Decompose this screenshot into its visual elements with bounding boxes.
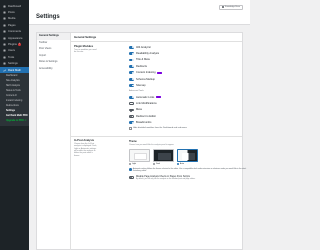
users-icon (3, 49, 6, 52)
hide-disabled-modules-checkbox[interactable] (129, 127, 132, 130)
brush-icon (3, 37, 6, 40)
tab-accessibility[interactable]: Accessibility (37, 66, 70, 73)
settings-card: General Settings Toolbar Post Views Import R… (36, 32, 246, 250)
sidebar-item-label: Rank Math (8, 68, 21, 72)
module-toggle-label: Schema Markup (136, 77, 155, 81)
theme-label: Auto (179, 162, 184, 165)
plugin-modules-title: Plugin Modules (74, 45, 94, 48)
auto-theme-notice: Automatic setting follows the theme sele… (129, 168, 247, 173)
theme-settings: Theme Choose how you would like the anal… (129, 140, 246, 181)
module-toggle-switch[interactable] (129, 58, 134, 62)
sidebar-item-label: Comments (8, 30, 21, 34)
submenu-item-upgrade-to-pro[interactable]: Upgrade to PRO ↗ (0, 119, 29, 124)
module-toggle-switch[interactable] (129, 102, 134, 106)
dashboard-icon (3, 5, 6, 8)
advanced-tools-list: Advanced Tools Automatic Links PRO Link Mo… (129, 89, 161, 126)
module-toggle-label: Redirects (136, 64, 147, 68)
theme-option-dark[interactable]: Dark (153, 148, 174, 165)
module-toggle-switch[interactable] (129, 84, 134, 87)
sidebar-submenu: Dashboard Site Analytics SEO Analysis Statu… (0, 73, 29, 126)
wrench-icon (3, 56, 6, 59)
in-post-analysis-title: In-Post Analysis (74, 139, 95, 142)
disable-page-analysis-description: By default, you will only see the analys… (136, 178, 196, 181)
module-toggle-label: Breadcrumbs (136, 121, 152, 125)
hide-disabled-modules-checkbox-row[interactable]: Hide disabled modules from the Dashboard… (129, 127, 187, 130)
help-icon (221, 6, 224, 9)
module-toggle-label: Sitemap (136, 84, 146, 88)
plugin-modules-label: Plugin Modules Turn on modules you need … (74, 45, 98, 54)
sidebar-item-label: Tools (8, 55, 15, 59)
theme-label: Dark (155, 162, 160, 165)
hide-disabled-modules-label: Hide disabled modules from the Dashboard… (133, 127, 187, 130)
theme-radio[interactable] (153, 162, 156, 165)
theme-preview (177, 148, 198, 162)
section-title: General Settings (74, 35, 97, 39)
module-toggle-row: Breadcrumbs (129, 120, 161, 126)
knowledge-base-label: Knowledge Base (224, 6, 240, 9)
theme-heading: Theme (129, 140, 137, 143)
plugin-icon (3, 43, 6, 46)
module-toggle-switch[interactable] (129, 64, 134, 68)
theme-options: Light Dark Auto (129, 148, 239, 165)
module-toggle-switch[interactable] (129, 45, 134, 49)
theme-option-light[interactable]: Light (129, 148, 150, 165)
sidebar-item-label: Users (8, 49, 16, 53)
pin-icon (3, 11, 6, 14)
settings-icon (3, 62, 6, 65)
module-toggle-label: Link Modifications (136, 102, 157, 106)
sidebar-item-label: Media (8, 17, 16, 21)
disable-page-analysis-toggle[interactable] (129, 175, 134, 179)
knowledge-base-button[interactable]: Knowledge Base (218, 5, 243, 10)
module-toggle-label: 404 Analyzer (136, 45, 151, 49)
settings-tabs: General Settings Toolbar Post Views Import R… (37, 33, 71, 250)
theme-radio[interactable] (129, 162, 132, 165)
update-count-badge: 1 (18, 43, 22, 46)
module-toggle-label: Readability Analysis (136, 52, 160, 56)
theme-preview (153, 148, 174, 162)
module-toggle-row: Sitemap (129, 82, 162, 88)
module-badge: PRO (155, 96, 161, 99)
module-toggle-label: Automatic Links (136, 95, 155, 99)
rank-math-icon (3, 69, 6, 72)
sidebar-item-label: Appearance (8, 36, 23, 40)
theme-label: Light (131, 162, 137, 165)
module-toggle-switch[interactable] (129, 71, 134, 75)
module-toggle-label: Content Indexing (136, 71, 156, 75)
media-icon (3, 17, 6, 21)
comment-icon (3, 30, 6, 33)
page-header: Settings Knowledge Base (29, 0, 250, 25)
in-post-analysis-description: Choose how the In-Post analysis is displ… (74, 142, 97, 157)
page-icon (3, 24, 6, 27)
module-toggle-switch[interactable] (129, 108, 134, 112)
module-toggle-switch[interactable] (129, 52, 134, 55)
module-toggle-switch[interactable] (129, 121, 134, 125)
plugin-modules-description: Turn on modules you need for this site. (74, 48, 97, 54)
theme-radio[interactable] (177, 162, 180, 165)
module-toggle-switch[interactable] (129, 95, 134, 99)
sidebar-item-label: Posts (8, 11, 15, 15)
page-title: Settings (36, 14, 60, 20)
disable-page-analysis-row: Disable Page Analysis Check on Pages Fro… (129, 176, 239, 181)
theme-option-auto[interactable]: Auto (177, 148, 198, 165)
settings-content: General Settings Plugin Modules Turn on … (71, 33, 246, 249)
auto-theme-notice-text: Automatic setting follows the theme sele… (132, 167, 247, 173)
sidebar-item-label: Dashboard (8, 4, 22, 8)
module-toggle-switch[interactable] (129, 114, 134, 118)
info-icon (129, 167, 132, 171)
sidebar-item-label: Pages (8, 23, 16, 27)
module-toggle-label: Title & Meta (136, 58, 150, 62)
module-toggle-list: 404 Analyzer Readability Analysis Title & … (129, 44, 163, 89)
module-toggle-label: Redirect to Editor (136, 114, 157, 118)
theme-description: Choose how you would like the analysis p… (129, 143, 175, 146)
module-badge: NEW (157, 71, 163, 74)
module-toggle-label: Meta (136, 108, 142, 112)
sidebar-item-label: Plugins (8, 43, 17, 47)
in-post-analysis-label: In-Post Analysis Choose how the In-Post … (74, 139, 98, 157)
sidebar-item-label: Settings (8, 62, 18, 66)
admin-sidebar: Dashboard Posts Media Pages Comments Appearan… (0, 0, 29, 250)
theme-preview (129, 148, 150, 162)
module-toggle-switch[interactable] (129, 77, 134, 81)
